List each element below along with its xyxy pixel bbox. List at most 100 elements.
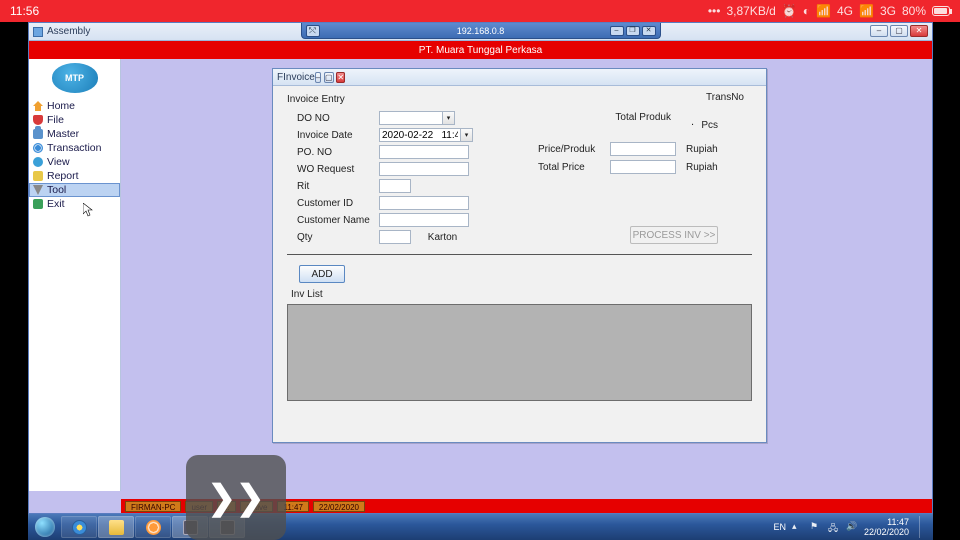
total-price-input[interactable] — [610, 160, 676, 174]
exit-icon — [33, 199, 43, 209]
ie-icon — [72, 520, 87, 535]
invoice-date-label: Invoice Date — [297, 130, 379, 141]
add-button[interactable]: ADD — [299, 265, 345, 283]
minimize-button[interactable]: – — [870, 25, 888, 37]
taskbar-item-explorer[interactable] — [98, 516, 134, 538]
flag-icon[interactable]: ⚑ — [810, 521, 822, 533]
price-produk-label: Price/Produk — [538, 144, 604, 155]
system-tray: EN ▴ ⚑ 🖧 🔊 11:47 22/02/2020 — [773, 516, 933, 538]
assembly-window: Assembly – ▢ ✕ ⤲ 192.168.0.8 – ❐ ✕ PT. M… — [28, 22, 933, 514]
wo-request-input[interactable] — [379, 162, 469, 176]
tray-up-icon[interactable]: ▴ — [792, 521, 804, 533]
close-button[interactable]: ✕ — [336, 72, 345, 83]
windows-logo-icon — [35, 517, 55, 537]
rit-input[interactable] — [379, 179, 411, 193]
customer-name-input[interactable] — [379, 213, 469, 227]
sidebar-item-label: Exit — [47, 198, 65, 210]
home-icon — [33, 101, 43, 111]
tool-icon — [33, 185, 43, 195]
po-no-input[interactable] — [379, 145, 469, 159]
ellipsis-icon: ••• — [708, 4, 721, 18]
chevrons-right-icon: ❯❯ — [208, 478, 265, 518]
rupiah-unit: Rupiah — [686, 162, 718, 173]
taskbar-item-media[interactable] — [135, 516, 171, 538]
finvoice-body: Invoice Entry TransNo Total Produk . Pcs… — [273, 86, 766, 442]
speaker-icon[interactable]: 🔊 — [846, 521, 858, 533]
windows-taskbar: EN ▴ ⚑ 🖧 🔊 11:47 22/02/2020 — [28, 514, 933, 540]
report-icon — [33, 171, 43, 181]
sidebar-item-label: Tool — [47, 184, 66, 196]
sidebar-item-view[interactable]: View — [29, 155, 120, 169]
wo-request-label: WO Request — [297, 164, 379, 175]
signal-icon: 📶 — [859, 4, 874, 18]
pin-icon[interactable]: ⤲ — [306, 25, 320, 37]
show-desktop-button[interactable] — [919, 516, 927, 538]
sidebar-item-label: Home — [47, 100, 75, 112]
rdp-connection-bar[interactable]: ⤲ 192.168.0.8 – ❐ ✕ — [301, 23, 661, 39]
rdp-restore-button[interactable]: ❐ — [626, 26, 640, 36]
maximize-button[interactable]: ▢ — [890, 25, 908, 37]
qty-unit: Karton — [428, 232, 457, 243]
sidebar-item-master[interactable]: Master — [29, 127, 120, 141]
media-player-icon — [146, 520, 161, 535]
inv-list-label: Inv List — [291, 289, 752, 300]
remote-control-widget[interactable]: ❯❯ — [186, 455, 286, 540]
chevron-down-icon[interactable]: ▾ — [461, 128, 473, 142]
tray-clock[interactable]: 11:47 22/02/2020 — [864, 517, 909, 537]
battery-icon — [932, 6, 950, 16]
customer-id-input[interactable] — [379, 196, 469, 210]
taskbar-item-ie[interactable] — [61, 516, 97, 538]
inv-list-grid[interactable] — [287, 304, 752, 401]
tray-lang[interactable]: EN — [773, 522, 786, 532]
android-status-bar: 11:56 ••• 3,87KB/d ⏰ ◐ 📶 4G 📶 3G 80% — [0, 0, 960, 22]
signal-icon: 📶 — [816, 4, 831, 18]
app-icon — [33, 27, 43, 37]
tray-date: 22/02/2020 — [864, 527, 909, 537]
remote-viewport: Assembly – ▢ ✕ ⤲ 192.168.0.8 – ❐ ✕ PT. M… — [28, 22, 933, 514]
finvoice-title-text: FInvoice — [277, 72, 315, 83]
footer-date: 22/02/2020 — [313, 501, 365, 512]
folder-icon — [109, 520, 124, 535]
network-icon[interactable]: 🖧 — [828, 521, 840, 533]
net-speed: 3,87KB/d — [726, 4, 775, 18]
minimize-button[interactable]: – — [315, 72, 321, 83]
price-column: Price/Produk Rupiah Total Price Rupiah — [538, 108, 748, 178]
rdp-close-button[interactable]: ✕ — [642, 26, 656, 36]
company-name: PT. Muara Tunggal Perkasa — [419, 45, 542, 56]
do-no-input[interactable] — [379, 111, 443, 125]
start-button[interactable] — [30, 516, 60, 538]
battery-pct: 80% — [902, 4, 926, 18]
sidebar-item-transaction[interactable]: Transaction — [29, 141, 120, 155]
sidebar-item-home[interactable]: Home — [29, 99, 120, 113]
invoice-date-picker[interactable]: ▾ — [379, 128, 479, 142]
divider — [287, 254, 752, 255]
file-icon — [33, 115, 43, 125]
maximize-button[interactable]: ▢ — [324, 72, 334, 83]
tray-time: 11:47 — [864, 517, 909, 527]
invoice-date-input[interactable] — [379, 128, 461, 142]
sidebar-item-label: Report — [47, 170, 79, 182]
chevron-down-icon[interactable]: ▾ — [443, 111, 455, 125]
transno-label: TransNo — [706, 92, 744, 103]
sidebar-item-tool[interactable]: Tool — [29, 183, 120, 197]
qty-input[interactable] — [379, 230, 411, 244]
view-icon — [33, 157, 43, 167]
master-icon — [33, 129, 43, 139]
alarm-off-icon: ⏰ — [782, 4, 797, 18]
do-no-combo[interactable]: ▾ — [379, 111, 479, 125]
finvoice-titlebar[interactable]: FInvoice – ▢ ✕ — [273, 69, 766, 86]
company-banner: PT. Muara Tunggal Perkasa — [29, 41, 932, 59]
sidebar-item-file[interactable]: File — [29, 113, 120, 127]
po-no-label: PO. NO — [297, 147, 379, 158]
qty-label: Qty — [297, 232, 379, 243]
dnd-icon: ◐ — [803, 4, 810, 18]
rdp-minimize-button[interactable]: – — [610, 26, 624, 36]
sidebar-item-exit[interactable]: Exit — [29, 197, 120, 211]
sidebar-item-label: View — [47, 156, 70, 168]
signal-3g: 3G — [880, 4, 896, 18]
sidebar-item-label: Master — [47, 128, 79, 140]
sidebar-item-report[interactable]: Report — [29, 169, 120, 183]
customer-name-label: Customer Name — [297, 215, 379, 226]
close-button[interactable]: ✕ — [910, 25, 928, 37]
price-produk-input[interactable] — [610, 142, 676, 156]
